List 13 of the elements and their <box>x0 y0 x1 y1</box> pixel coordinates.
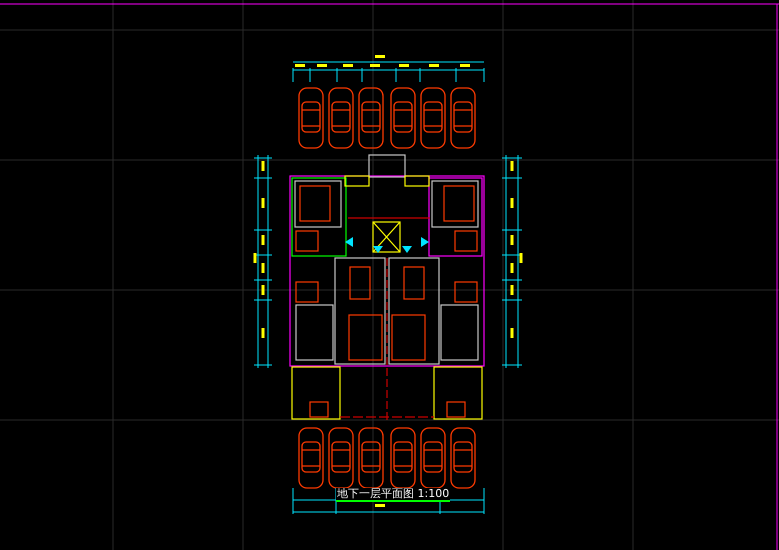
car-drawing <box>420 427 446 489</box>
car-drawing <box>328 427 354 489</box>
car-drawing <box>358 427 384 489</box>
car-drawing <box>298 427 324 489</box>
car-drawing <box>298 87 324 149</box>
car-drawing <box>328 87 354 149</box>
car-drawing <box>358 87 384 149</box>
car-drawing <box>450 427 476 489</box>
car-drawing <box>420 87 446 149</box>
car-drawing <box>390 87 416 149</box>
car-drawing <box>450 87 476 149</box>
drawing-title: 地下一层平面图 1:100 <box>336 488 450 502</box>
car-drawing <box>390 427 416 489</box>
